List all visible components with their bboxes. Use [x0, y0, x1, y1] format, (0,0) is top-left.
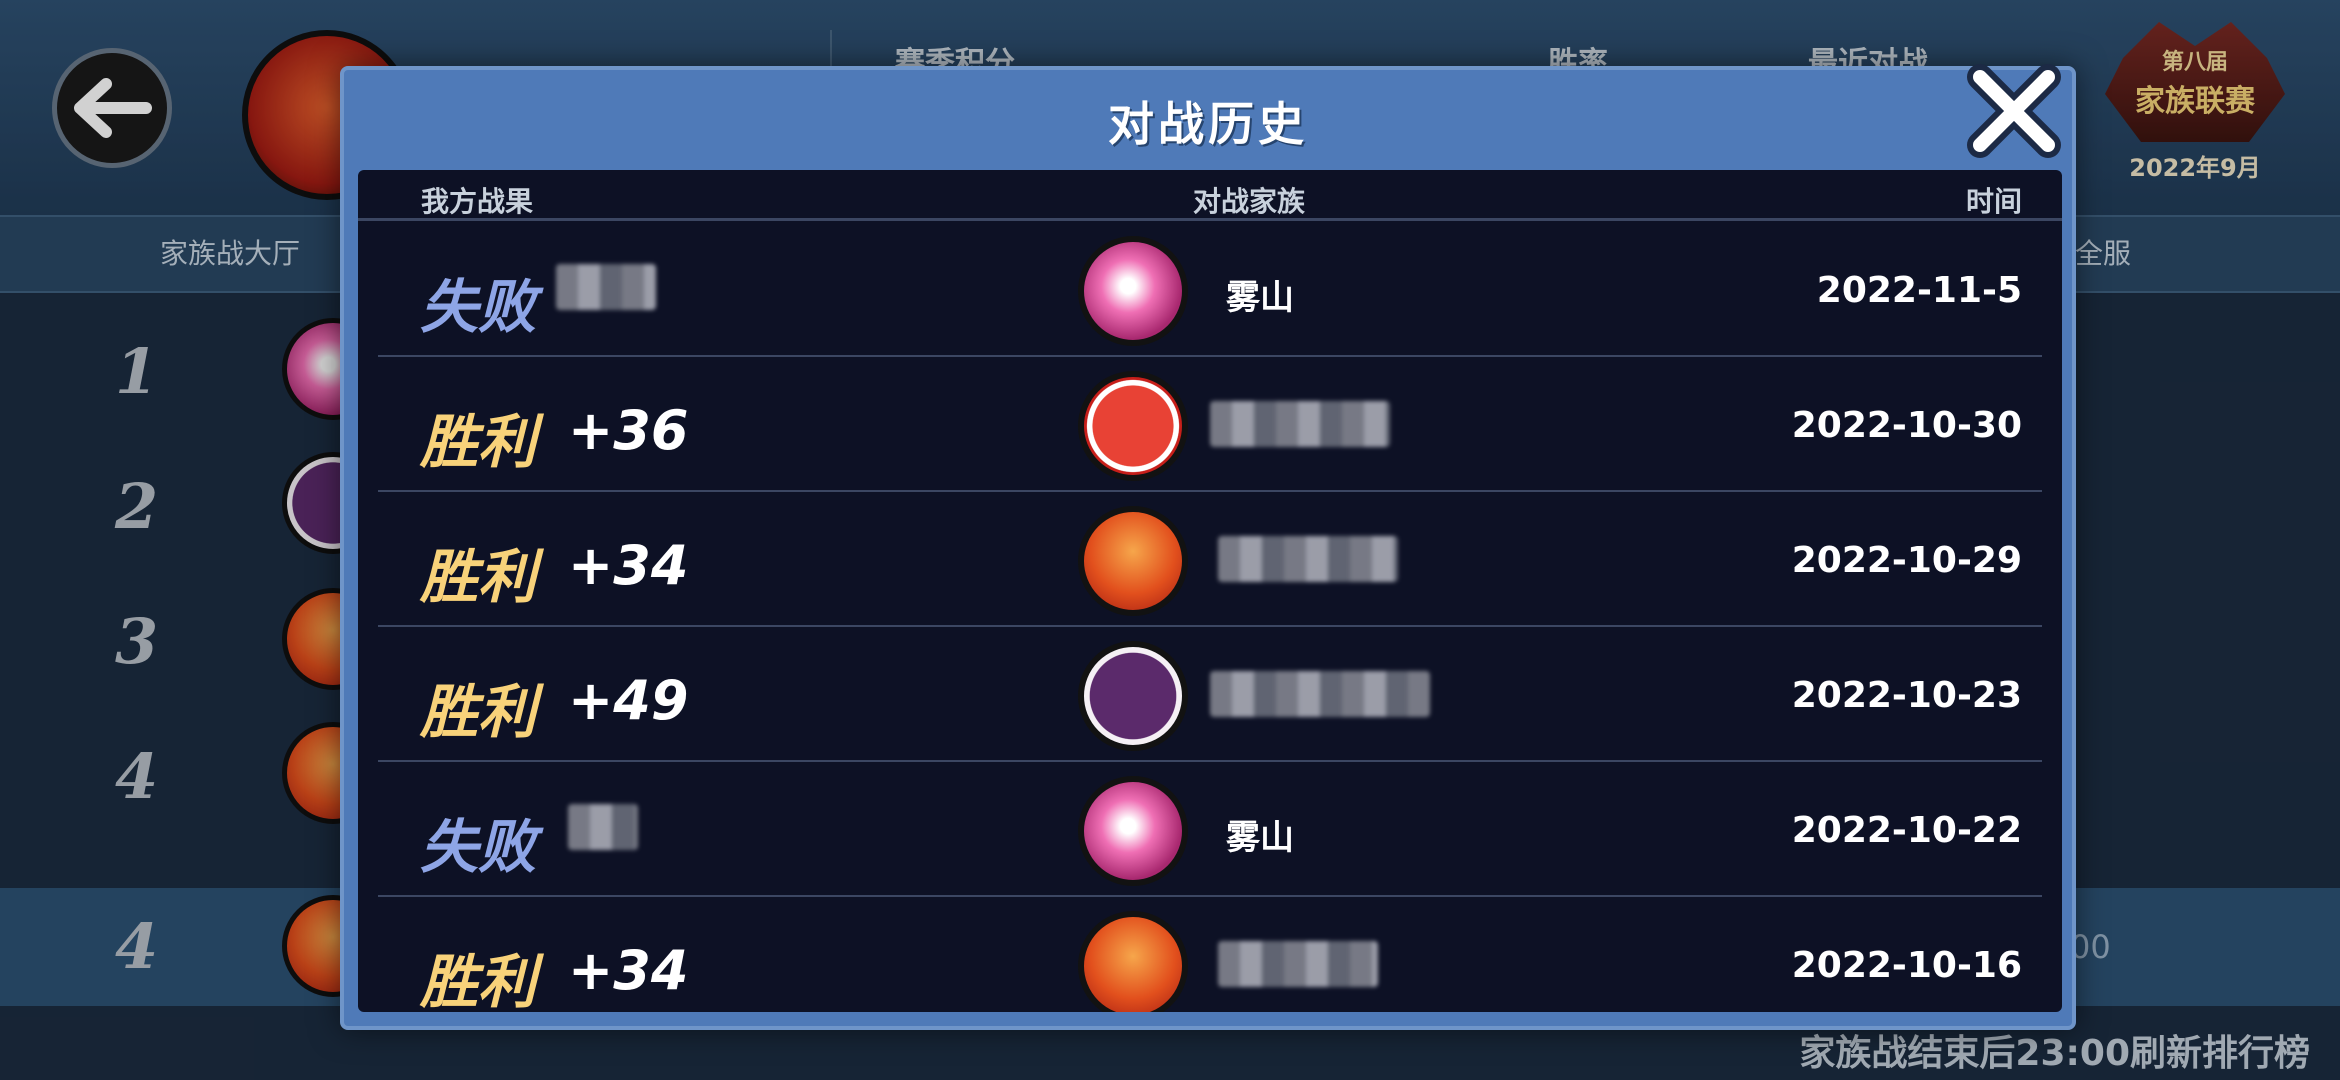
result-label: 胜利	[420, 678, 537, 746]
score-change: +36	[568, 399, 689, 462]
score-change: +34	[568, 939, 689, 1002]
score-change: +34	[568, 534, 689, 597]
battle-date: 2022-11-5	[1816, 270, 2022, 311]
history-table[interactable]: 我方战果 对战家族 时间 失败 雾山 2022-11-5 胜利 +36 2022…	[358, 170, 2062, 1012]
history-row[interactable]: 胜利 +34 2022-10-29	[378, 492, 2042, 627]
result-label: 失败	[420, 273, 537, 341]
close-button[interactable]	[1959, 56, 2069, 166]
dialog-title: 对战历史	[1108, 97, 1308, 151]
redacted-opponent-name	[1210, 401, 1390, 447]
history-row[interactable]: 胜利 +34 2022-10-16	[378, 897, 2042, 1012]
history-row[interactable]: 胜利 +49 2022-10-23	[378, 627, 2042, 762]
opponent-emblem	[1078, 236, 1188, 346]
column-time: 时间	[1965, 185, 2022, 218]
history-row[interactable]: 失败 雾山 2022-10-22	[378, 762, 2042, 897]
battle-date: 2022-10-22	[1791, 810, 2022, 851]
redacted-opponent-name	[1218, 941, 1378, 987]
header-divider	[358, 218, 2062, 221]
redacted-score	[568, 804, 638, 850]
battle-history-dialog: 对战历史 我方战果 对战家族 时间 失败 雾山 2022-11-5 胜利 +36…	[340, 64, 2076, 1030]
opponent-emblem	[1078, 641, 1188, 751]
opponent-emblem	[1078, 371, 1188, 481]
column-result: 我方战果	[421, 185, 534, 218]
close-x-icon	[1967, 64, 2061, 158]
opponent-emblem	[1078, 911, 1188, 1012]
opponent-name: 雾山	[1226, 818, 1294, 858]
result-label: 胜利	[420, 948, 537, 1012]
redacted-score	[556, 264, 656, 310]
history-row[interactable]: 胜利 +36 2022-10-30	[378, 357, 2042, 492]
opponent-name: 雾山	[1226, 278, 1294, 318]
result-label: 胜利	[420, 408, 537, 476]
battle-date: 2022-10-29	[1791, 540, 2022, 581]
result-label: 失败	[420, 813, 537, 881]
opponent-emblem	[1078, 506, 1188, 616]
result-label: 胜利	[420, 543, 537, 611]
opponent-emblem	[1078, 776, 1188, 886]
score-change: +49	[568, 669, 689, 732]
battle-date: 2022-10-16	[1791, 945, 2022, 986]
column-opponent: 对战家族	[1193, 185, 1306, 218]
battle-date: 2022-10-23	[1791, 675, 2022, 716]
redacted-opponent-name	[1218, 536, 1398, 582]
redacted-opponent-name	[1210, 671, 1430, 717]
history-row[interactable]: 失败 雾山 2022-11-5	[378, 222, 2042, 357]
battle-date: 2022-10-30	[1791, 405, 2022, 446]
